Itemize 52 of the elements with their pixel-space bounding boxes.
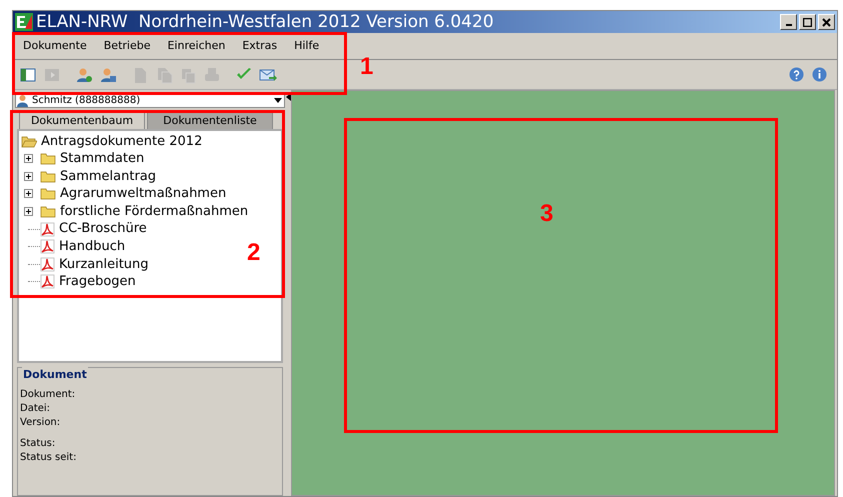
app-logo-icon <box>15 13 33 31</box>
tree-item[interactable]: forstliche Fördermaßnahmen <box>60 202 248 222</box>
folder-icon <box>40 187 56 200</box>
annotation-number: 1 <box>360 52 374 82</box>
info-icon[interactable] <box>812 67 827 82</box>
close-icon <box>822 18 831 26</box>
person-icon <box>16 94 29 107</box>
user-save-icon[interactable] <box>99 66 117 84</box>
tree-item[interactable]: CC-Broschüre <box>59 219 147 239</box>
menu-item[interactable]: Betriebe <box>104 38 150 54</box>
maximize-icon <box>803 18 812 26</box>
window-title: ELAN-NRW Nordrhein-Westfalen 2012 Version 6.0420 <box>36 14 494 30</box>
collapse-arrow-icon[interactable] <box>286 93 290 101</box>
expand-toggle[interactable] <box>24 207 33 216</box>
field-label: Status seit: <box>20 451 78 465</box>
menu-item[interactable]: Einreichen <box>167 38 226 54</box>
annotation-number: 2 <box>247 238 260 268</box>
folder-icon <box>40 205 56 218</box>
folder-icon <box>40 152 56 166</box>
menu-item[interactable]: Extras <box>242 38 278 54</box>
field-label: Version: <box>20 416 62 430</box>
tree-item[interactable]: Agrarumweltmaßnahmen <box>60 184 226 204</box>
help-icon[interactable] <box>789 67 804 82</box>
expand-toggle[interactable] <box>24 189 33 198</box>
folder-icon <box>40 170 56 183</box>
field-label: Dokument: <box>20 388 76 402</box>
tree-item[interactable]: Stammdaten <box>60 149 144 169</box>
tab[interactable]: Dokumentenliste <box>147 112 273 129</box>
field-label: Datei: <box>20 402 52 416</box>
expand-toggle[interactable] <box>24 154 33 164</box>
tab[interactable]: Dokumentenbaum <box>19 112 145 129</box>
tree-item[interactable]: Antragsdokumente 2012 <box>41 132 202 152</box>
pdf-icon <box>40 239 55 254</box>
expand-toggle[interactable] <box>24 172 33 181</box>
annotation-number: 3 <box>540 199 554 229</box>
field-label: Status: <box>20 437 56 451</box>
tree-item[interactable]: Fragebogen <box>59 272 136 292</box>
close-button[interactable] <box>818 14 835 30</box>
user-add-icon[interactable] <box>75 66 93 84</box>
panel-in-icon[interactable] <box>19 66 37 84</box>
minimize-button[interactable] <box>780 14 797 30</box>
tree-item[interactable]: Kurzanleitung <box>59 254 149 274</box>
maximize-button[interactable] <box>799 14 816 30</box>
pdf-icon <box>40 222 55 237</box>
pdf-icon <box>40 256 55 272</box>
menu-item[interactable]: Dokumente <box>23 38 87 54</box>
dropdown-caret-icon <box>274 98 282 104</box>
tree-item[interactable]: Sammelantrag <box>60 166 156 186</box>
tree-item[interactable]: Handbuch <box>59 237 126 257</box>
pdf-icon <box>40 274 55 290</box>
menu-item[interactable]: Hilfe <box>294 38 320 54</box>
minimize-icon <box>786 24 792 26</box>
